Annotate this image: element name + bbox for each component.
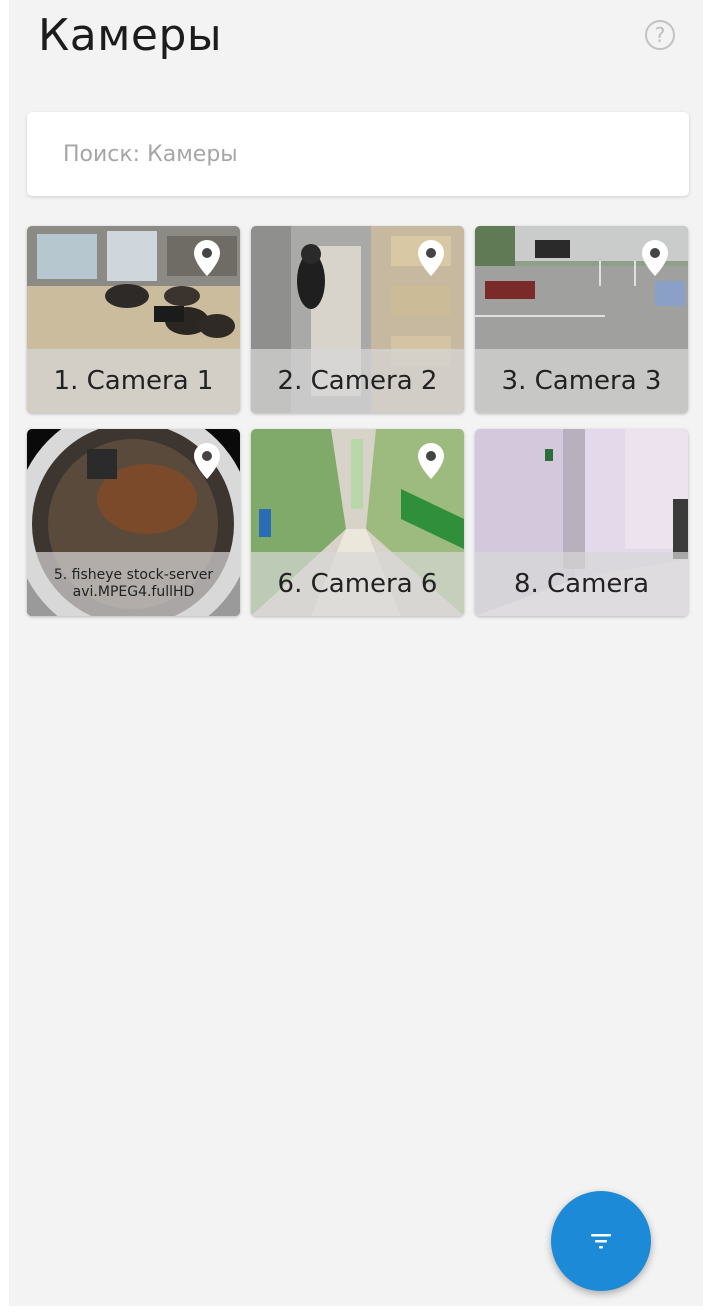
camera-name: 6. Camera 6 bbox=[251, 552, 464, 616]
camera-name: 5. fisheye stock-server avi.MPEG4.fullHD bbox=[27, 552, 240, 616]
camera-name: 8. Camera bbox=[475, 552, 688, 616]
location-pin-icon bbox=[194, 443, 220, 479]
filter-button[interactable] bbox=[551, 1191, 651, 1291]
camera-name: 3. Camera 3 bbox=[475, 349, 688, 413]
location-pin-icon bbox=[194, 240, 220, 276]
cameras-screen: Камеры ? 1. Camera bbox=[9, 0, 703, 1306]
location-pin-icon bbox=[418, 240, 444, 276]
camera-name: 1. Camera 1 bbox=[27, 349, 240, 413]
camera-tile-2[interactable]: 2. Camera 2 bbox=[251, 226, 464, 413]
page-title: Камеры bbox=[38, 10, 223, 61]
camera-tile-1[interactable]: 1. Camera 1 bbox=[27, 226, 240, 413]
location-pin-icon bbox=[418, 443, 444, 479]
camera-tile-5[interactable]: 5. fisheye stock-server avi.MPEG4.fullHD bbox=[27, 429, 240, 616]
camera-tile-8[interactable]: 8. Camera bbox=[475, 429, 688, 616]
help-icon[interactable]: ? bbox=[645, 20, 675, 50]
camera-tile-3[interactable]: 3. Camera 3 bbox=[475, 226, 688, 413]
camera-tile-6[interactable]: 6. Camera 6 bbox=[251, 429, 464, 616]
search-box[interactable] bbox=[27, 112, 689, 196]
camera-name: 2. Camera 2 bbox=[251, 349, 464, 413]
filter-icon bbox=[591, 1234, 611, 1249]
location-pin-icon bbox=[642, 240, 668, 276]
search-input[interactable] bbox=[63, 134, 663, 174]
